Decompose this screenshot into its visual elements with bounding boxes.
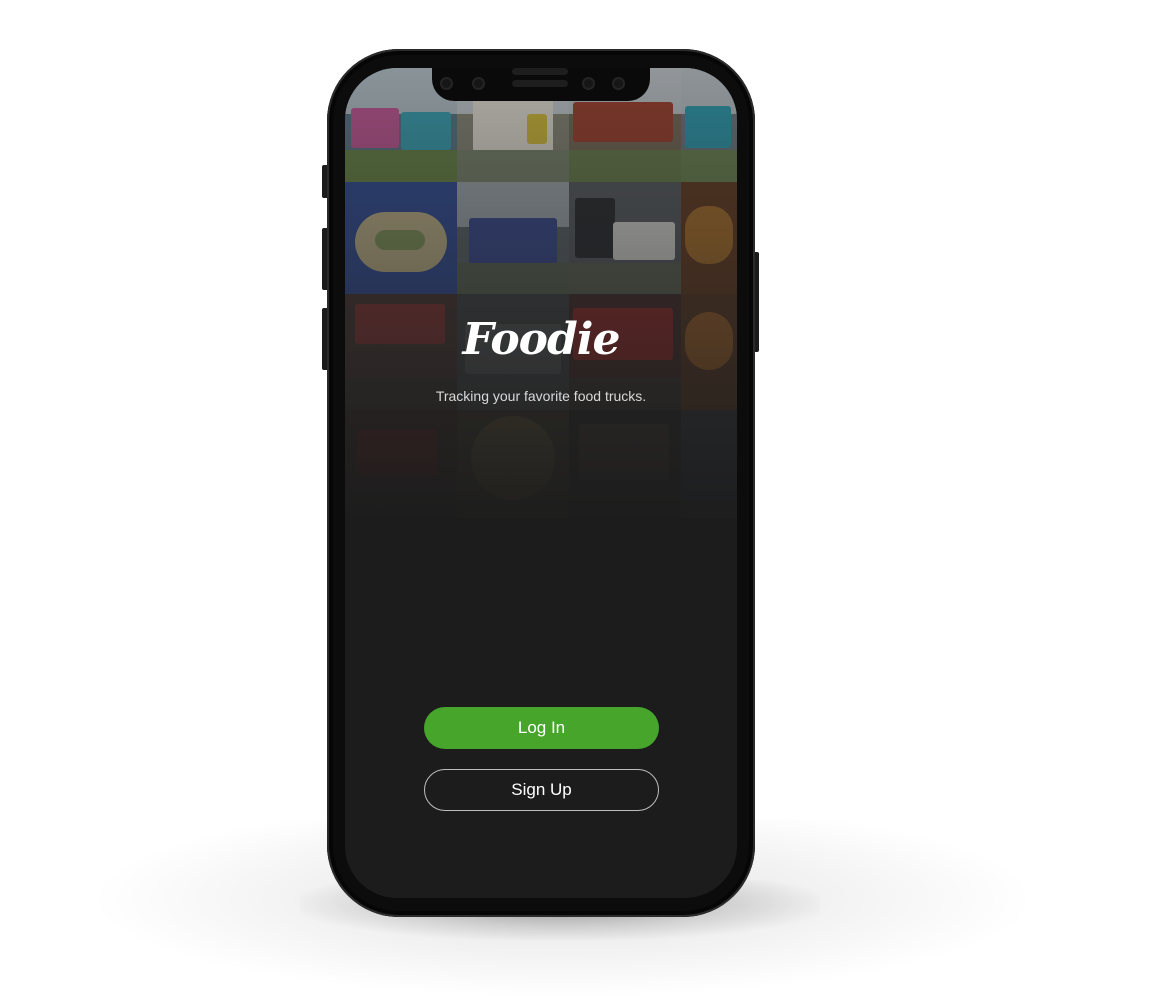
- signup-button[interactable]: Sign Up: [424, 769, 659, 811]
- mockup-stage: Foodie Tracking your favorite food truck…: [0, 0, 1150, 1000]
- app-tagline: Tracking your favorite food trucks.: [435, 388, 647, 404]
- app-screen: Foodie Tracking your favorite food truck…: [345, 68, 737, 898]
- app-logo: Foodie: [462, 314, 620, 365]
- camera-notch: [432, 68, 650, 101]
- sensor-icon: [582, 77, 595, 90]
- camera-icon: [472, 77, 485, 90]
- login-button[interactable]: Log In: [424, 707, 659, 749]
- speaker-grille: [512, 80, 568, 87]
- camera-icon: [612, 77, 625, 90]
- speaker-grille: [512, 68, 568, 75]
- phone-frame: Foodie Tracking your favorite food truck…: [327, 49, 755, 917]
- sensor-icon: [440, 77, 453, 90]
